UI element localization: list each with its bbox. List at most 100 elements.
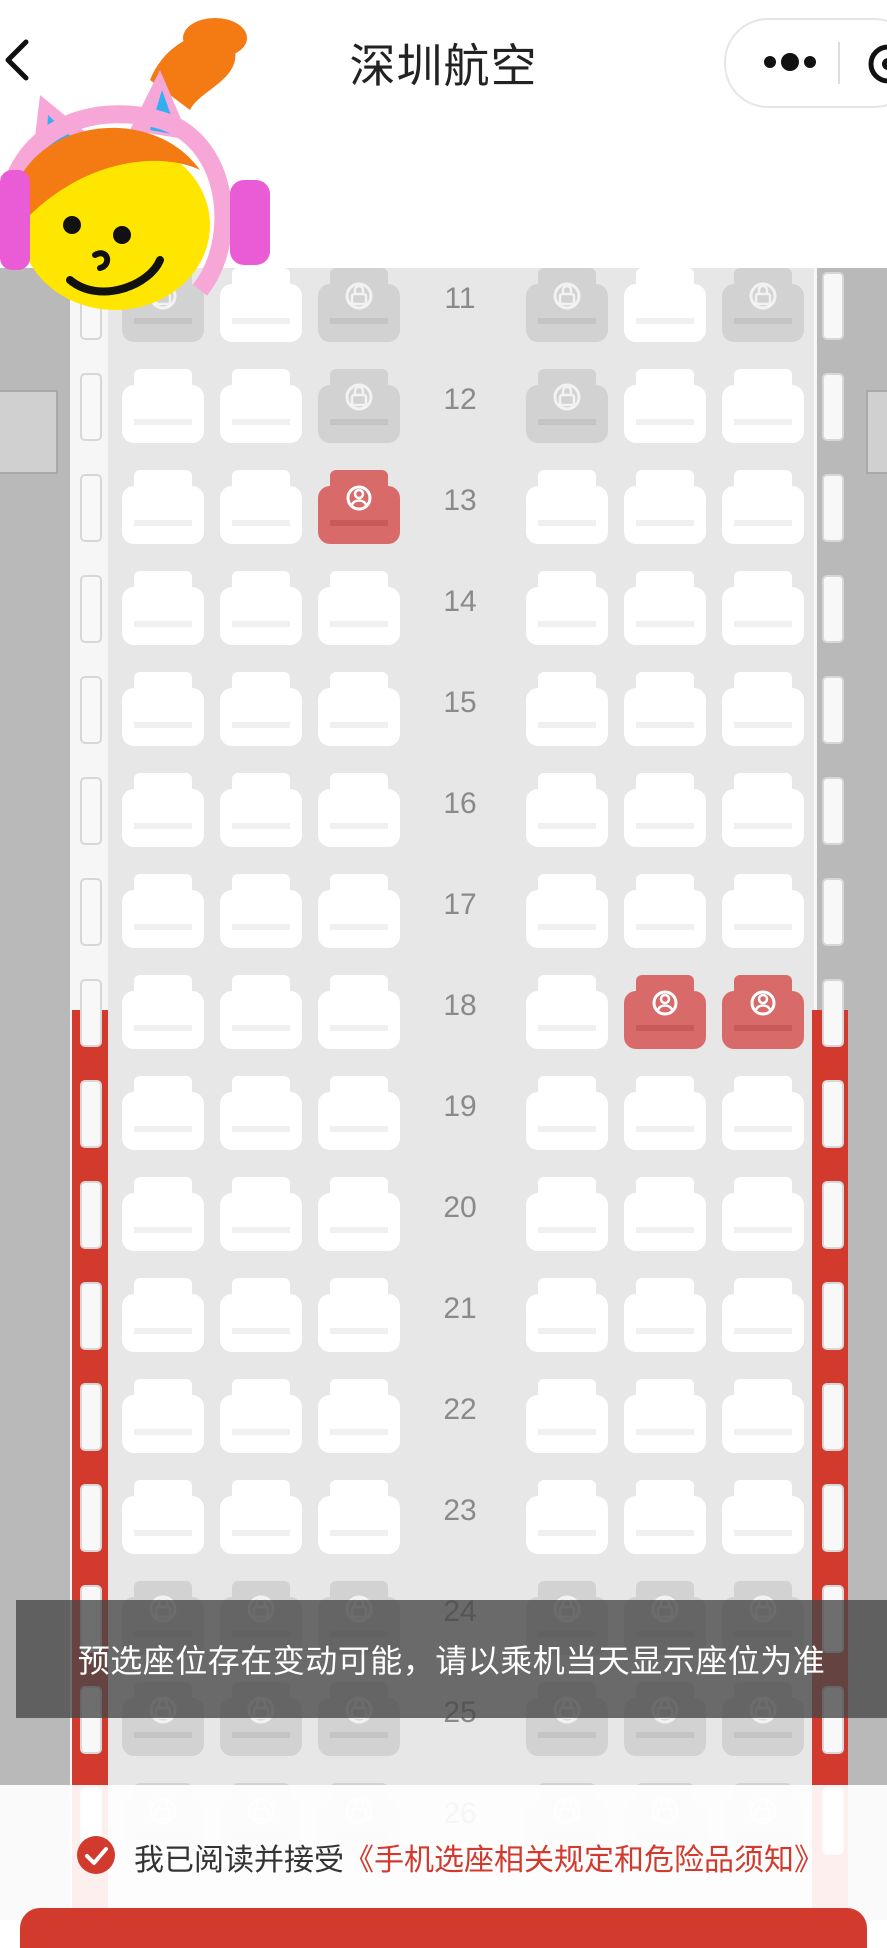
seat-available[interactable] xyxy=(524,1474,610,1556)
seat-available[interactable] xyxy=(720,1070,806,1152)
seat-available[interactable] xyxy=(218,1070,304,1152)
seat-available[interactable] xyxy=(316,1272,402,1354)
agreement-link[interactable]: 《手机选座相关规定和危险品须知》 xyxy=(344,1844,824,1877)
row-number: 14 xyxy=(443,585,477,618)
seat-available[interactable] xyxy=(622,1171,708,1253)
seat-available[interactable] xyxy=(524,1272,610,1354)
seat-available[interactable] xyxy=(218,464,304,546)
seat-available[interactable] xyxy=(218,1171,304,1253)
seat-available[interactable] xyxy=(120,565,206,647)
seat-available[interactable] xyxy=(120,1171,206,1253)
seat-available[interactable] xyxy=(218,1272,304,1354)
seat-available[interactable] xyxy=(622,767,708,849)
seat-row: 22 xyxy=(0,1373,887,1473)
seat-available[interactable] xyxy=(316,1171,402,1253)
target-close-icon[interactable] xyxy=(866,42,887,86)
seat-row: 18 xyxy=(0,969,887,1069)
seat-available[interactable] xyxy=(316,666,402,748)
seat-row: 14 xyxy=(0,565,887,665)
seat-available[interactable] xyxy=(120,767,206,849)
seat-locked xyxy=(316,363,402,445)
seat-available[interactable] xyxy=(316,969,402,1051)
row-number: 11 xyxy=(444,282,476,315)
row-number: 22 xyxy=(443,1393,477,1426)
agreement-text: 我已阅读并接受《手机选座相关规定和危险品须知》 xyxy=(134,1835,824,1879)
seat-available[interactable] xyxy=(120,666,206,748)
seat-locked xyxy=(316,262,402,344)
seat-available[interactable] xyxy=(120,464,206,546)
check-circle-icon[interactable] xyxy=(76,1835,116,1875)
seat-locked xyxy=(524,262,610,344)
seat-available[interactable] xyxy=(316,1373,402,1455)
avatar-sticker xyxy=(0,10,280,340)
seat-available[interactable] xyxy=(120,363,206,445)
seat-available[interactable] xyxy=(622,666,708,748)
seat-available[interactable] xyxy=(120,868,206,950)
seat-row: 17 xyxy=(0,868,887,968)
seat-row: 15 xyxy=(0,666,887,766)
seat-occupied xyxy=(720,969,806,1051)
row-number: 23 xyxy=(443,1494,477,1527)
seat-available[interactable] xyxy=(120,1373,206,1455)
more-dots-icon[interactable] xyxy=(756,42,826,82)
seat-available[interactable] xyxy=(120,1474,206,1556)
agreement-prefix: 我已阅读并接受 xyxy=(134,1844,344,1877)
seat-available[interactable] xyxy=(622,1474,708,1556)
seat-available[interactable] xyxy=(524,969,610,1051)
seat-row: 13 xyxy=(0,464,887,564)
seat-available[interactable] xyxy=(316,1070,402,1152)
seat-available[interactable] xyxy=(524,666,610,748)
seat-available[interactable] xyxy=(720,1373,806,1455)
seat-available[interactable] xyxy=(720,868,806,950)
seat-available[interactable] xyxy=(120,969,206,1051)
seat-available[interactable] xyxy=(316,1474,402,1556)
seat-available[interactable] xyxy=(524,1171,610,1253)
seat-available[interactable] xyxy=(720,565,806,647)
seat-available[interactable] xyxy=(524,1070,610,1152)
seat-available[interactable] xyxy=(622,363,708,445)
seat-available[interactable] xyxy=(524,565,610,647)
seat-occupied xyxy=(316,464,402,546)
seat-row: 16 xyxy=(0,767,887,867)
seat-available[interactable] xyxy=(120,1272,206,1354)
seat-locked xyxy=(720,262,806,344)
seat-available[interactable] xyxy=(218,666,304,748)
seat-available[interactable] xyxy=(622,1070,708,1152)
seat-row: 12 xyxy=(0,363,887,463)
seat-available[interactable] xyxy=(218,363,304,445)
seat-available[interactable] xyxy=(720,363,806,445)
seat-available[interactable] xyxy=(622,1272,708,1354)
confirm-button[interactable] xyxy=(20,1908,867,1948)
seat-available[interactable] xyxy=(316,868,402,950)
seat-locked xyxy=(524,363,610,445)
seat-available[interactable] xyxy=(622,262,708,344)
seat-available[interactable] xyxy=(316,565,402,647)
seat-row: 19 xyxy=(0,1070,887,1170)
seat-available[interactable] xyxy=(720,1171,806,1253)
seat-available[interactable] xyxy=(120,1070,206,1152)
seat-available[interactable] xyxy=(316,767,402,849)
seat-available[interactable] xyxy=(622,464,708,546)
seat-available[interactable] xyxy=(622,868,708,950)
row-number: 18 xyxy=(443,989,477,1022)
row-number: 13 xyxy=(443,484,477,517)
seat-available[interactable] xyxy=(218,1474,304,1556)
seat-available[interactable] xyxy=(524,464,610,546)
row-number: 16 xyxy=(443,787,477,820)
seat-available[interactable] xyxy=(720,767,806,849)
seat-available[interactable] xyxy=(622,1373,708,1455)
seat-available[interactable] xyxy=(720,464,806,546)
seat-available[interactable] xyxy=(218,1373,304,1455)
seat-available[interactable] xyxy=(218,969,304,1051)
seat-available[interactable] xyxy=(218,565,304,647)
seat-available[interactable] xyxy=(218,767,304,849)
seat-available[interactable] xyxy=(218,868,304,950)
seat-available[interactable] xyxy=(524,767,610,849)
seat-available[interactable] xyxy=(622,565,708,647)
seat-row: 23 xyxy=(0,1474,887,1574)
seat-available[interactable] xyxy=(720,1474,806,1556)
seat-available[interactable] xyxy=(720,666,806,748)
seat-available[interactable] xyxy=(524,868,610,950)
seat-available[interactable] xyxy=(720,1272,806,1354)
seat-available[interactable] xyxy=(524,1373,610,1455)
